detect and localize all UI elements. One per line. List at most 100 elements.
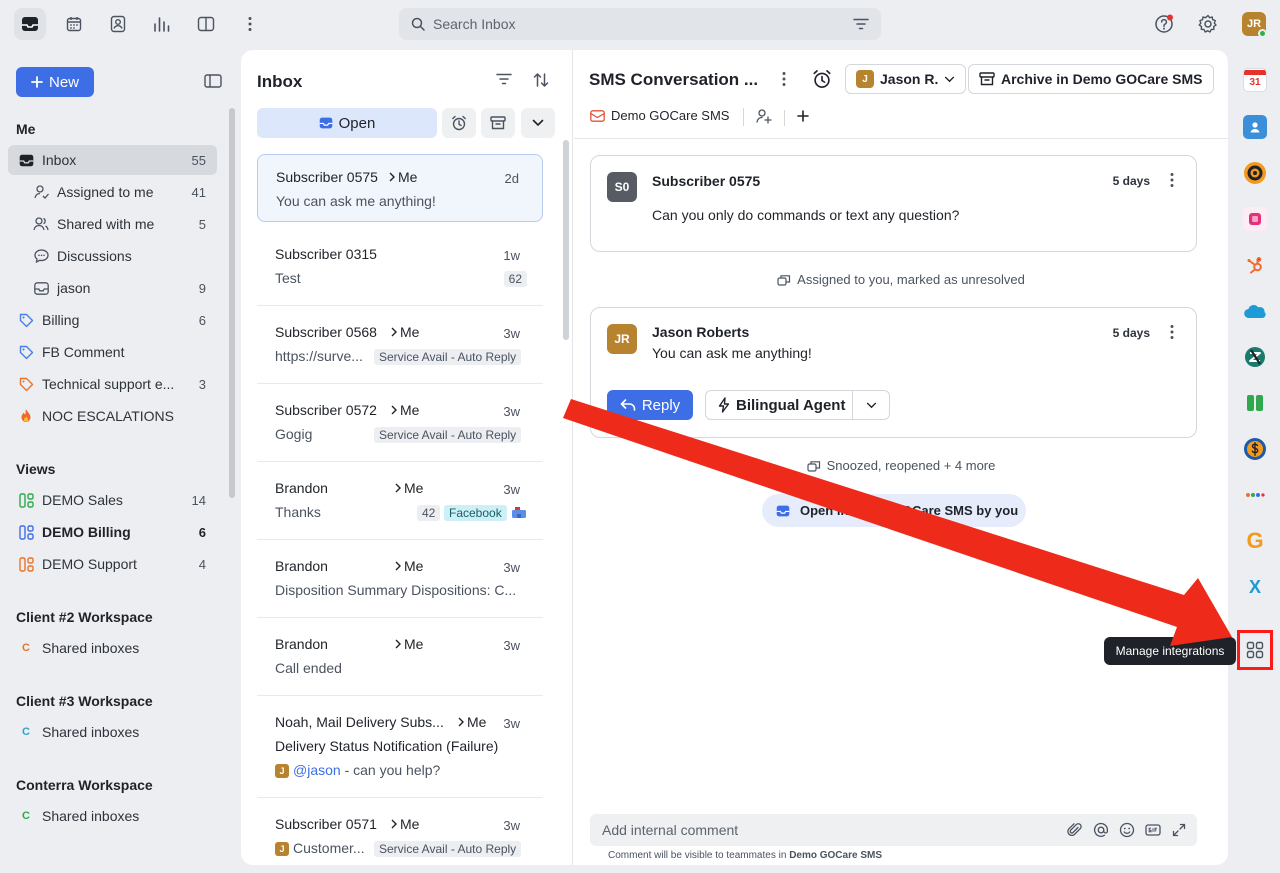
- workspace-letter-icon: C: [22, 642, 30, 654]
- sidebar-item-noc-escalations[interactable]: NOC ESCALATIONS: [8, 401, 217, 431]
- agent-dropdown[interactable]: [853, 402, 889, 409]
- manage-integrations-button[interactable]: [1237, 630, 1273, 670]
- x-app-icon[interactable]: X: [1243, 575, 1267, 599]
- conversation-item[interactable]: Brandon Me 3w Call ended: [257, 618, 543, 696]
- user-avatar: J: [856, 70, 874, 88]
- add-tag-plus-icon[interactable]: [797, 110, 809, 122]
- split-view-icon[interactable]: [190, 8, 222, 40]
- zendesk-icon[interactable]: [1243, 345, 1267, 369]
- sidebar-item-discussions[interactable]: Discussions: [8, 241, 217, 271]
- more-vertical-icon[interactable]: [234, 8, 266, 40]
- sidebar-item-inbox[interactable]: Inbox 55: [8, 145, 217, 175]
- activity-event[interactable]: Snoozed, reopened + 4 more: [574, 458, 1228, 473]
- conversation-item[interactable]: Subscriber 0572 Me 3w Gogig Service Avai…: [257, 384, 543, 462]
- more-vertical-icon[interactable]: [782, 71, 786, 87]
- sidebar-view-demo-support[interactable]: DEMO Support 4: [8, 549, 217, 579]
- mention-link[interactable]: @jason: [293, 762, 341, 778]
- conversation-item[interactable]: Subscriber 0571 Me 3w J Customer... Serv…: [257, 798, 543, 865]
- conversation-item[interactable]: Brandon Me 3w Disposition Summary Dispos…: [257, 540, 543, 618]
- green-book-icon[interactable]: [1243, 391, 1267, 415]
- hubspot-icon[interactable]: [1243, 253, 1267, 277]
- settings-gear-icon[interactable]: [1192, 8, 1224, 40]
- conversation-item[interactable]: Brandon Me 3w Thanks 42 Facebook: [257, 462, 543, 540]
- sidebar-item-technical-support[interactable]: Technical support e... 3: [8, 369, 217, 399]
- facebook-tag: Facebook: [444, 505, 507, 521]
- sidebar-view-demo-billing[interactable]: DEMO Billing 6: [8, 517, 217, 547]
- activity-event[interactable]: Assigned to you, marked as unresolved: [574, 272, 1228, 287]
- sidebar-item-shared-inboxes[interactable]: C Shared inboxes: [8, 717, 217, 747]
- me-section-title: Me: [16, 121, 36, 137]
- sidebar-scrollbar[interactable]: [229, 108, 235, 498]
- sidebar-item-shared-inboxes[interactable]: C Shared inboxes: [8, 801, 217, 831]
- sidebar-item-count: 4: [198, 556, 206, 572]
- sidebar-item-count: 3: [198, 376, 206, 392]
- mention-at-icon[interactable]: [1093, 822, 1109, 838]
- conversation-preview: Call ended: [275, 660, 342, 676]
- sidebar-view-demo-sales[interactable]: DEMO Sales 14: [8, 485, 217, 515]
- conversation-item-selected[interactable]: Subscriber 0575 Me 2d You can ask me any…: [257, 154, 543, 222]
- dollar-coin-icon[interactable]: [1243, 437, 1267, 461]
- search-input[interactable]: Search Inbox: [433, 16, 853, 32]
- snoozed-filter-button[interactable]: [442, 108, 476, 138]
- expand-icon[interactable]: [1171, 822, 1187, 838]
- gif-icon[interactable]: [1145, 822, 1161, 838]
- message-count-badge: 42: [417, 505, 441, 521]
- google-calendar-icon[interactable]: 31: [1243, 68, 1267, 92]
- pink-app-icon[interactable]: [1243, 207, 1267, 231]
- assignee-dropdown[interactable]: J Jason R.: [845, 64, 967, 94]
- salesforce-cloud-icon[interactable]: [1243, 299, 1267, 323]
- message-count-badge: 62: [503, 271, 527, 287]
- paperclip-icon[interactable]: [1067, 822, 1083, 838]
- calendar-icon[interactable]: [58, 8, 90, 40]
- activity-event-text: Snoozed, reopened + 4 more: [826, 458, 996, 473]
- contact-card-icon[interactable]: [1243, 115, 1267, 139]
- inbox-chip[interactable]: Demo GOCare SMS: [590, 108, 729, 123]
- dots-app-icon[interactable]: [1243, 483, 1267, 507]
- copilot-target-icon[interactable]: [1243, 161, 1267, 185]
- search-icon: [411, 17, 425, 31]
- add-participant-icon[interactable]: [756, 108, 772, 124]
- status-pill: Open in Demo GOCare SMS by you: [762, 494, 1026, 527]
- sidebar-item-jason[interactable]: jason 9: [8, 273, 217, 303]
- emoji-icon[interactable]: [1119, 822, 1135, 838]
- sidebar-item-shared-with-me[interactable]: Shared with me 5: [8, 209, 217, 239]
- sidebar-item-assigned-to-me[interactable]: Assigned to me 41: [8, 177, 217, 207]
- help-icon[interactable]: [1148, 8, 1180, 40]
- conversation-item[interactable]: Noah, Mail Delivery Subs... Me 3w Delive…: [257, 696, 543, 798]
- snooze-alarm-icon[interactable]: [812, 69, 832, 89]
- sort-icon[interactable]: [533, 72, 549, 88]
- sidebar-item-count: 5: [198, 216, 206, 232]
- collapse-sidebar-icon[interactable]: [204, 73, 222, 89]
- workspace-title: Client #3 Workspace: [16, 693, 153, 709]
- inbox-icon[interactable]: [14, 8, 46, 40]
- reply-arrow-icon: [620, 399, 636, 411]
- internal-comment-input[interactable]: Add internal comment: [590, 814, 1197, 846]
- conversation-item[interactable]: Subscriber 0568 Me 3w https://surve... S…: [257, 306, 543, 384]
- archive-button[interactable]: Archive in Demo GOCare SMS: [968, 64, 1214, 94]
- filter-icon[interactable]: [853, 18, 869, 30]
- search-bar[interactable]: Search Inbox: [399, 8, 881, 40]
- chevron-down-icon: [945, 76, 955, 82]
- sidebar-item-fb-comment[interactable]: FB Comment: [8, 337, 217, 367]
- new-button[interactable]: New: [16, 67, 94, 97]
- g-app-icon[interactable]: G: [1243, 528, 1267, 553]
- reply-button[interactable]: Reply: [607, 390, 693, 420]
- agent-action[interactable]: Bilingual Agent: [706, 397, 852, 414]
- more-vertical-icon[interactable]: [1170, 172, 1174, 188]
- filter-icon[interactable]: [496, 73, 512, 85]
- sidebar-item-billing[interactable]: Billing 6: [8, 305, 217, 335]
- bilingual-agent-button[interactable]: Bilingual Agent: [705, 390, 890, 420]
- analytics-icon[interactable]: [146, 8, 178, 40]
- more-filters-button[interactable]: [521, 108, 555, 138]
- archived-filter-button[interactable]: [481, 108, 515, 138]
- open-filter-button[interactable]: Open: [257, 108, 437, 138]
- chevron-right-icon: [389, 172, 395, 182]
- more-vertical-icon[interactable]: [1170, 324, 1174, 340]
- conversation-item[interactable]: Subscriber 0315 1w Test 62: [257, 228, 543, 306]
- sidebar-item-shared-inboxes[interactable]: C Shared inboxes: [8, 633, 217, 663]
- recipient-label: Me: [404, 480, 424, 496]
- sidebar-item-label: DEMO Support: [42, 556, 137, 572]
- list-scrollbar[interactable]: [563, 140, 569, 340]
- contacts-icon[interactable]: [102, 8, 134, 40]
- conversation-preview: Gogig: [275, 426, 313, 442]
